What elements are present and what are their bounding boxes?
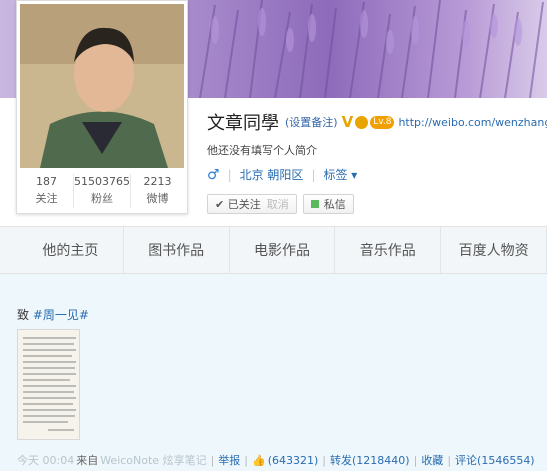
divider: |	[322, 453, 327, 467]
post-image-thumbnail[interactable]	[17, 329, 80, 440]
post-footer: 今天 00:04 来自 WeicoNote 炫享笔记 | 举报 | 👍 (6433…	[17, 452, 535, 468]
set-remark-link[interactable]: (设置备注)	[285, 114, 338, 130]
stat-value: 187	[36, 175, 57, 188]
tags-dropdown[interactable]: 标签 ▾	[323, 166, 357, 183]
profile-url[interactable]: http://weibo.com/wenzhang	[398, 116, 547, 129]
divider: |	[244, 453, 249, 467]
tab-home[interactable]: 他的主页	[18, 227, 124, 273]
stat-label: 微博	[146, 192, 169, 205]
from-label: 来自	[76, 454, 99, 467]
profile-name: 文章同學	[207, 113, 279, 134]
stat-posts[interactable]: 2213 微博	[130, 174, 184, 208]
stat-label: 关注	[35, 192, 58, 205]
stat-following[interactable]: 187 关注	[20, 174, 73, 208]
medal-icon[interactable]	[355, 115, 369, 129]
tab-movies[interactable]: 电影作品	[230, 227, 336, 273]
post-timestamp[interactable]: 今天 00:04	[17, 452, 74, 468]
male-icon: ♂	[207, 166, 220, 183]
divider: |	[447, 453, 452, 467]
avatar-photo	[20, 4, 184, 168]
avatar[interactable]	[20, 4, 184, 168]
favorite-button[interactable]: 收藏	[421, 452, 443, 468]
stat-value: 51503765	[74, 175, 130, 188]
stat-value: 2213	[143, 175, 172, 188]
followed-button[interactable]: ✔ 已关注 取消	[207, 194, 297, 214]
divider: |	[413, 453, 418, 467]
level-badge[interactable]: Lv.8	[370, 115, 395, 129]
like-button[interactable]: 👍 (643321)	[252, 454, 318, 467]
message-button[interactable]: 私信	[302, 194, 354, 214]
followed-label: ✔ 已关注	[215, 198, 261, 211]
divider: |	[210, 453, 215, 467]
profile-stats: 187 关注 51503765 粉丝 2213 微博	[20, 174, 184, 208]
message-label: 私信	[323, 198, 346, 211]
stat-followers[interactable]: 51503765 粉丝	[73, 174, 130, 208]
divider: |	[227, 167, 232, 182]
verified-icon[interactable]: V	[342, 113, 354, 131]
thumbs-up-icon: 👍	[252, 453, 266, 467]
profile-bio: 他还没有填写个人简介	[207, 144, 317, 157]
profile-actions: ✔ 已关注 取消 私信	[207, 194, 354, 214]
unfollow-link[interactable]: 取消	[267, 196, 289, 212]
tab-books[interactable]: 图书作品	[124, 227, 230, 273]
topic-link[interactable]: #周一见#	[33, 308, 89, 322]
comment-button[interactable]: 评论(1546554)	[455, 452, 535, 468]
profile-meta: ♂ | 北京 朝阳区 | 标签 ▾	[207, 166, 357, 183]
profile-tabs: 他的主页 图书作品 电影作品 音乐作品 百度人物资	[0, 226, 547, 274]
note-image	[18, 330, 79, 439]
post-text: 致 #周一见#	[17, 306, 89, 323]
report-link[interactable]: 举报	[218, 452, 240, 468]
avatar-card: 187 关注 51503765 粉丝 2213 微博	[16, 0, 188, 214]
like-count: (643321)	[267, 453, 319, 467]
post-source[interactable]: WeicoNote 炫享笔记	[100, 452, 206, 468]
tab-music[interactable]: 音乐作品	[335, 227, 442, 273]
message-icon	[310, 200, 319, 208]
tab-baidu-people[interactable]: 百度人物资	[441, 227, 547, 273]
stat-label: 粉丝	[91, 192, 113, 205]
divider: |	[311, 167, 316, 182]
profile-name-row: 文章同學 (设置备注) V Lv.8 http://weibo.com/wenz…	[207, 110, 547, 134]
post-text-prefix: 致	[17, 308, 33, 322]
location-link[interactable]: 北京 朝阳区	[240, 166, 304, 183]
repost-button[interactable]: 转发(1218440)	[330, 452, 410, 468]
